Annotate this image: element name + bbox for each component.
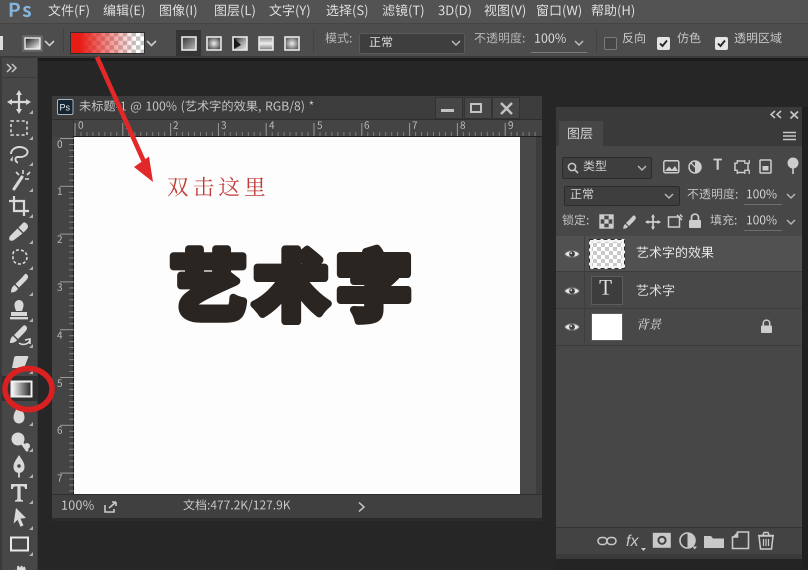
svg-text:Ps: Ps (60, 103, 71, 113)
svg-text:fx: fx (626, 533, 639, 550)
